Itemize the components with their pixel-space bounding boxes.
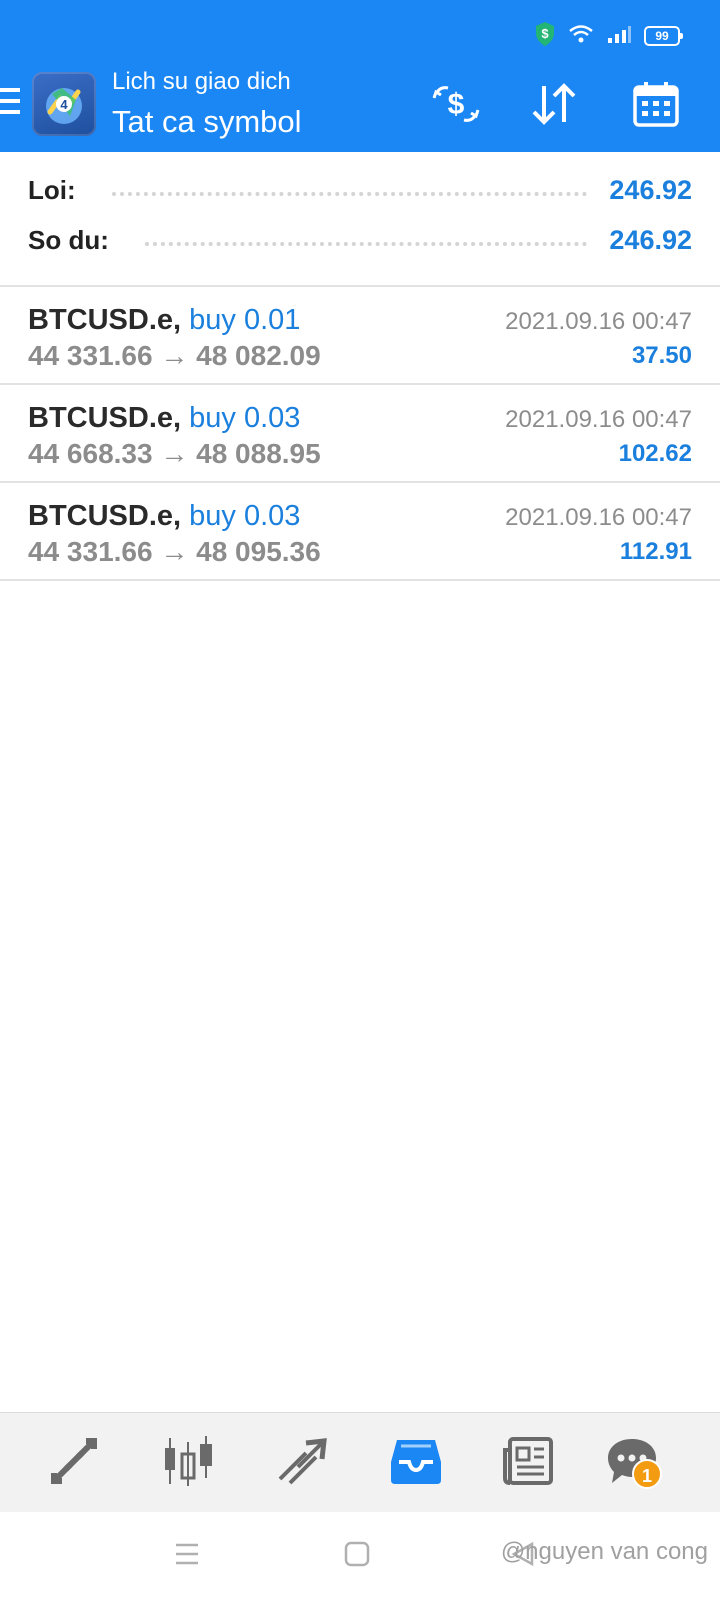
wifi-icon [568,24,594,49]
quotes-icon [51,1438,97,1484]
trade-row[interactable]: BTCUSD.e, buy 0.03 44 331.66 → 48 095.36… [0,484,720,581]
trade-date: 2021.09.16 00:47 [505,504,692,531]
balance-value: 246.92 [609,224,692,255]
trade-profit: 37.50 [631,342,692,369]
trade-prices: 44 668.33 → 48 088.95 [28,438,321,469]
bottom-navigation: 1 [0,1412,720,1512]
profit-label: Loi: [28,174,76,205]
profit-row: Loi: 246.92 [28,170,692,210]
trade-row[interactable]: BTCUSD.e, buy 0.01 44 331.66 → 48 082.09… [0,288,720,385]
app-logo: 4 [32,72,96,136]
signal-icon [606,24,632,49]
nav-trade[interactable] [272,1431,332,1491]
trade-prices: 44 331.66 → 48 082.09 [28,340,321,371]
home-icon[interactable] [342,1534,372,1574]
trade-prices: 44 331.66 → 48 095.36 [28,536,321,567]
system-navigation-bar: @nguyen van cong [0,1512,720,1600]
recent-apps-icon[interactable] [172,1534,202,1574]
svg-text:$: $ [541,26,549,41]
battery-icon: 99 [644,26,683,46]
unread-badge: 1 [632,1459,662,1489]
trade-symbol: BTCUSD.e, [28,304,182,336]
symbol-filter-title[interactable]: Tat ca symbol [112,104,302,140]
candlestick-chart-icon [165,1436,212,1486]
trade-date: 2021.09.16 00:47 [505,308,692,335]
sort-button[interactable] [526,76,582,132]
menu-icon[interactable] [0,88,22,120]
shield-icon: $ [534,21,556,52]
currency-exchange-button[interactable]: $ [428,76,484,132]
news-icon [503,1437,553,1485]
history-inbox-icon [391,1440,441,1484]
balance-row: So du: 246.92 [28,220,692,260]
nav-quotes[interactable] [44,1431,104,1491]
nav-history[interactable] [386,1431,446,1491]
trade-symbol: BTCUSD.e, [28,500,182,532]
dotted-leader [111,192,588,196]
trade-profit: 102.62 [618,440,692,467]
app-bar: $ 99 4 Lich su giao dich Tat ca symbol $ [0,0,720,152]
trade-side: buy 0.03 [189,402,301,434]
status-icons: $ 99 [534,21,683,52]
trade-symbol: BTCUSD.e, [28,402,182,434]
watermark: @nguyen van cong [500,1538,708,1565]
nav-news[interactable] [498,1431,558,1491]
trade-profit: 112.91 [619,538,692,565]
dotted-leader [144,242,588,246]
trade-icon [278,1438,327,1485]
calendar-button[interactable] [628,76,684,132]
nav-chart[interactable] [158,1431,218,1491]
nav-messages[interactable]: 1 [602,1431,662,1491]
trade-row[interactable]: BTCUSD.e, buy 0.03 44 668.33 → 48 088.95… [0,386,720,483]
trade-side: buy 0.01 [189,304,301,336]
svg-text:4: 4 [60,97,68,112]
trade-date: 2021.09.16 00:47 [505,406,692,433]
balance-label: So du: [28,224,109,255]
summary-panel: Loi: 246.92 So du: 246.92 [0,152,720,287]
svg-text:$: $ [448,88,465,121]
trade-side: buy 0.03 [189,500,301,532]
profit-value: 246.92 [609,174,692,205]
screen-subtitle: Lich su giao dich [112,68,291,95]
